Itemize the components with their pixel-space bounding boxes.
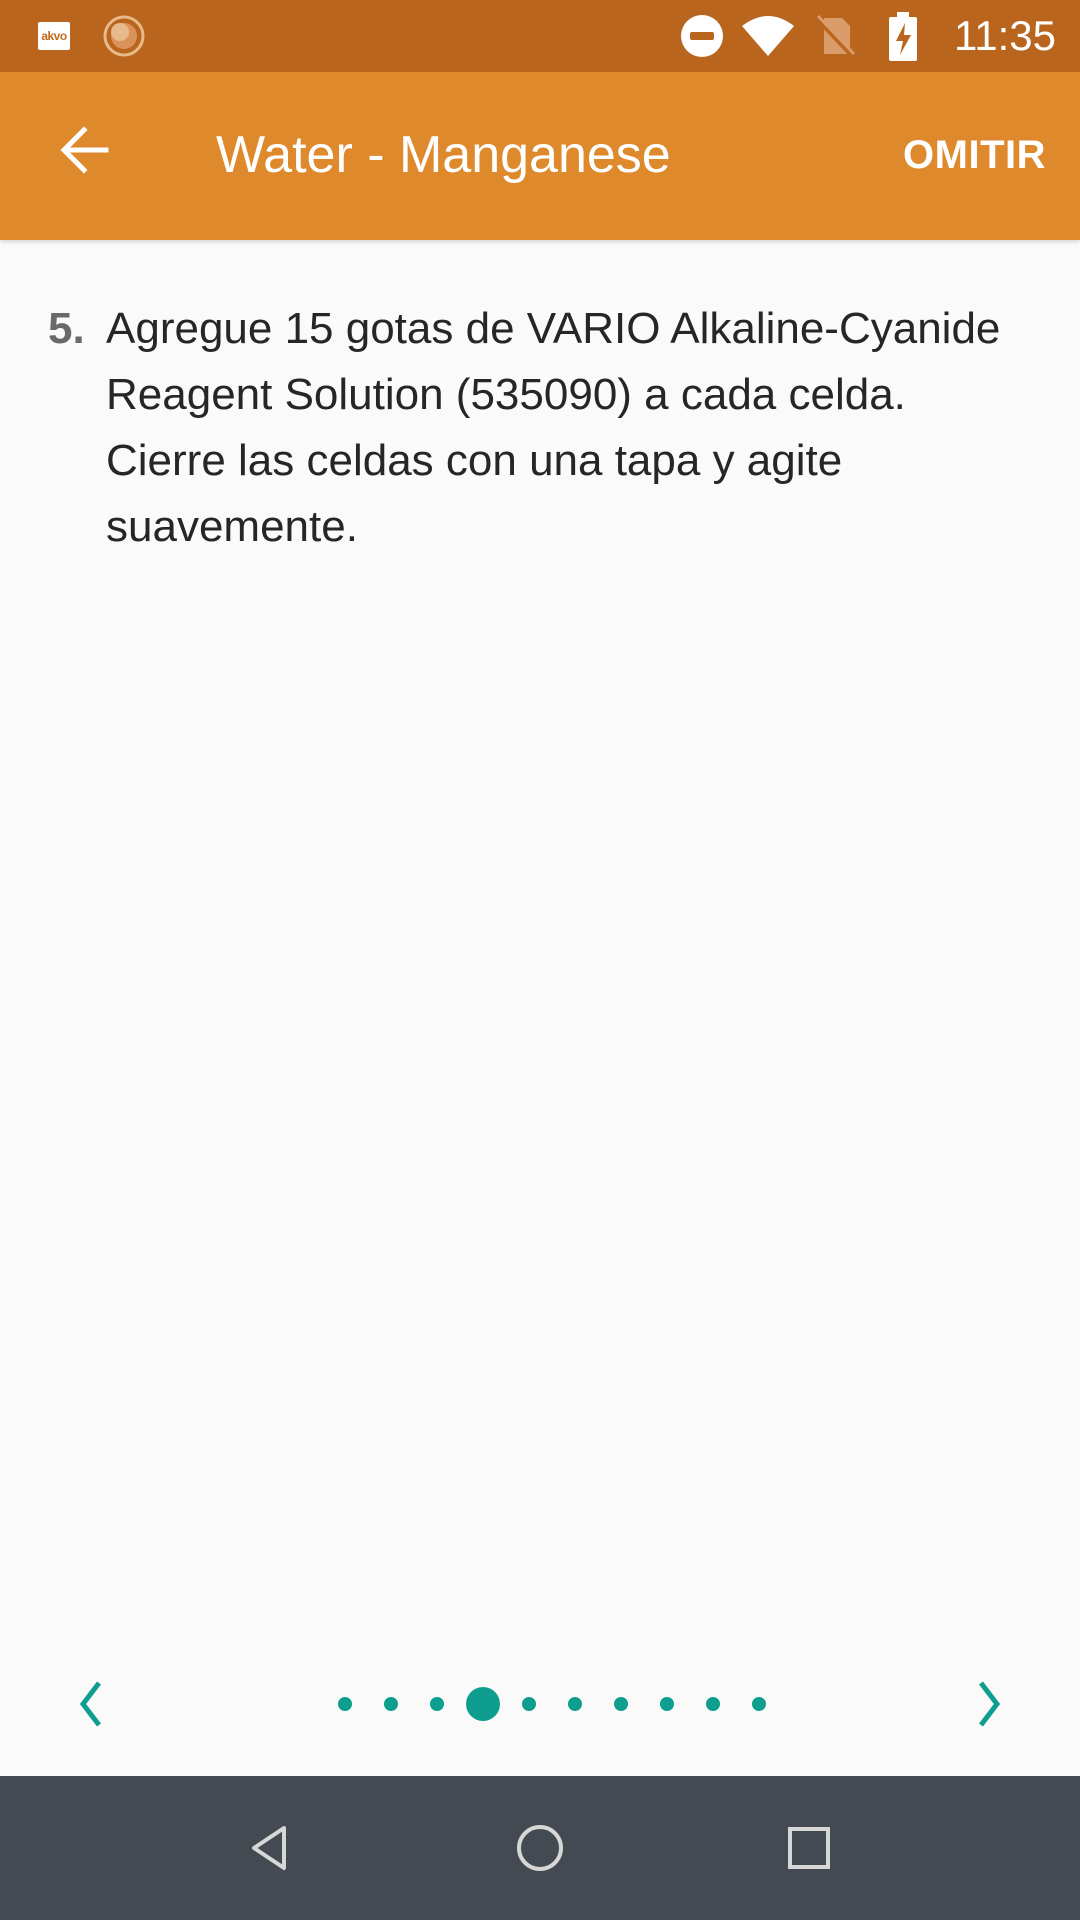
skip-button[interactable]: OMITIR — [903, 122, 1046, 188]
page-dot[interactable] — [384, 1697, 398, 1711]
akvo-app-icon: akvo — [38, 22, 70, 50]
page-dot[interactable] — [752, 1697, 766, 1711]
page-dot[interactable] — [614, 1697, 628, 1711]
page-dot[interactable] — [660, 1697, 674, 1711]
back-triangle-icon — [252, 1826, 286, 1870]
nav-back-button[interactable] — [234, 1812, 306, 1884]
sun-icon — [103, 15, 145, 57]
step-text: Agregue 15 gotas de VARIO Alkaline-Cyani… — [106, 304, 1001, 551]
next-page-button[interactable] — [960, 1668, 1020, 1740]
instruction-item: 5. Agregue 15 gotas de VARIO Alkaline-Cy… — [48, 296, 1028, 560]
chevron-right-icon — [979, 1681, 1001, 1727]
do-not-disturb-icon — [681, 15, 723, 57]
status-bar: akvo 11:35 — [0, 0, 1080, 72]
page-indicator — [0, 1660, 1080, 1748]
page-dot[interactable] — [522, 1697, 536, 1711]
system-nav-bar — [0, 1776, 1080, 1920]
page-dot[interactable] — [338, 1697, 352, 1711]
chevron-left-icon — [79, 1681, 101, 1727]
nav-home-button[interactable] — [504, 1812, 576, 1884]
page-dot[interactable] — [706, 1697, 720, 1711]
akvo-badge-text: akvo — [41, 29, 67, 43]
back-button[interactable] — [44, 110, 124, 190]
home-circle-icon — [517, 1825, 563, 1871]
previous-page-button[interactable] — [60, 1668, 120, 1740]
wifi-icon — [742, 16, 794, 56]
page-dot[interactable] — [568, 1697, 582, 1711]
battery-charging-icon — [889, 12, 917, 61]
page-dot[interactable] — [430, 1697, 444, 1711]
app-bar: Water - Manganese OMITIR — [0, 72, 1080, 240]
nav-recents-button[interactable] — [773, 1812, 845, 1884]
arrow-back-icon — [60, 126, 109, 174]
no-sim-icon — [814, 14, 856, 58]
step-number: 5. — [48, 304, 85, 353]
page-dot-active[interactable] — [466, 1687, 500, 1721]
clock: 11:35 — [954, 12, 1056, 59]
recents-square-icon — [788, 1827, 830, 1869]
page-title: Water - Manganese — [216, 126, 671, 184]
